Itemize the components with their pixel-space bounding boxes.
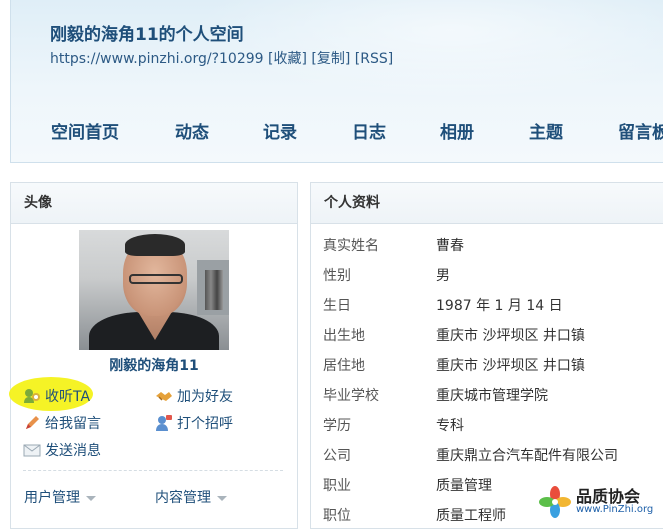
profile-value: 男 [436, 268, 450, 284]
copy-link[interactable]: [复制] [311, 51, 350, 67]
avatar-panel: 头像 刚毅的海角11 收听TA 加为好友 给我留言 打个招呼 发送消息 用户管理… [9, 182, 298, 529]
content-management-label: 内容管理 [155, 490, 211, 506]
profile-label: 性别 [323, 268, 351, 284]
space-title[interactable]: 刚毅的海角11的个人空间 [50, 20, 244, 45]
profile-value: 重庆鼎立合汽车配件有限公司 [436, 448, 618, 464]
add-friend-label: 加为好友 [177, 389, 233, 405]
nav-threads[interactable]: 主题 [529, 118, 563, 143]
nav-records[interactable]: 记录 [263, 118, 297, 143]
profile-label: 居住地 [323, 358, 365, 374]
space-nav: 空间首页 动态 记录 日志 相册 主题 留言板 [11, 118, 663, 144]
profile-value: 1987 年 1 月 14 日 [436, 298, 563, 314]
divider [23, 470, 283, 471]
profile-row: 职位 质量工程师 [323, 505, 506, 525]
profile-row: 居住地 重庆市 沙坪坝区 井口镇 [323, 355, 585, 375]
profile-label: 真实姓名 [323, 238, 379, 254]
rss-link[interactable]: [RSS] [355, 51, 393, 67]
user-management-menu[interactable]: 用户管理 [24, 487, 96, 507]
follow-label: 收听TA [45, 389, 91, 405]
profile-label: 职业 [323, 478, 351, 494]
leave-message-label: 给我留言 [45, 416, 101, 432]
nav-album[interactable]: 相册 [440, 118, 474, 143]
profile-value: 重庆市 沙坪坝区 井口镇 [436, 328, 585, 344]
add-friend-button[interactable]: 加为好友 [155, 386, 233, 406]
profile-panel-title: 个人资料 [311, 183, 663, 224]
avatar-panel-title: 头像 [11, 183, 297, 224]
nav-blog[interactable]: 日志 [352, 118, 386, 143]
follow-button[interactable]: 收听TA [23, 386, 90, 406]
profile-panel: 个人资料 真实姓名 曹春 性别男生日 1987 年 1 月 14 日出生地 重庆市 沙坪… [310, 182, 663, 529]
profile-label: 毕业学校 [323, 388, 379, 404]
greet-label: 打个招呼 [177, 416, 233, 432]
chevron-down-icon [86, 495, 96, 501]
chevron-down-icon [217, 495, 227, 501]
profile-row: 公司 重庆鼎立合汽车配件有限公司 [323, 445, 618, 465]
profile-row: 出生地 重庆市 沙坪坝区 井口镇 [323, 325, 585, 345]
flower-logo-icon [538, 485, 572, 519]
send-message-label: 发送消息 [45, 443, 101, 459]
nav-guestbook[interactable]: 留言板 [618, 118, 663, 143]
profile-row: 毕业学校 重庆城市管理学院 [323, 385, 548, 405]
nav-home[interactable]: 空间首页 [51, 118, 119, 143]
envelope-icon [23, 441, 41, 459]
profile-label: 生日 [323, 298, 351, 314]
profile-row: 学历 专科 [323, 415, 464, 435]
profile-value: 质量管理 [436, 478, 492, 494]
profile-label: 公司 [323, 448, 351, 464]
space-header: 刚毅的海角11的个人空间 https://www.pinzhi.org/?102… [10, 0, 663, 163]
profile-label: 职位 [323, 508, 351, 524]
greet-icon [155, 414, 173, 432]
greet-button[interactable]: 打个招呼 [155, 413, 233, 433]
space-url[interactable]: https://www.pinzhi.org/?10299 [50, 51, 264, 67]
username[interactable]: 刚毅的海角11 [11, 355, 297, 375]
watermark-url: www.PinZhi.org [576, 504, 654, 515]
profile-value: 重庆城市管理学院 [436, 388, 548, 404]
nav-feed[interactable]: 动态 [175, 118, 209, 143]
handshake-icon [155, 387, 173, 405]
send-message-button[interactable]: 发送消息 [23, 440, 101, 460]
profile-value: 专科 [436, 418, 464, 434]
follow-icon [23, 387, 41, 405]
profile-row: 职业 质量管理 [323, 475, 492, 495]
profile-label: 学历 [323, 418, 351, 434]
profile-value: 曹春 [436, 238, 464, 254]
profile-label: 出生地 [323, 328, 365, 344]
space-url-line: https://www.pinzhi.org/?10299 [收藏] [复制] … [50, 48, 393, 68]
avatar-photo[interactable] [79, 230, 229, 350]
profile-row: 真实姓名 曹春 [323, 235, 464, 255]
profile-value: 重庆市 沙坪坝区 井口镇 [436, 358, 585, 374]
content-management-menu[interactable]: 内容管理 [155, 487, 227, 507]
pencil-icon [23, 414, 41, 432]
profile-row: 生日 1987 年 1 月 14 日 [323, 295, 563, 315]
user-management-label: 用户管理 [24, 490, 80, 506]
leave-message-button[interactable]: 给我留言 [23, 413, 101, 433]
watermark-logo: 品质协会 www.PinZhi.org [538, 483, 663, 522]
favorite-link[interactable]: [收藏] [268, 51, 307, 67]
profile-row: 性别 男 [323, 265, 450, 285]
